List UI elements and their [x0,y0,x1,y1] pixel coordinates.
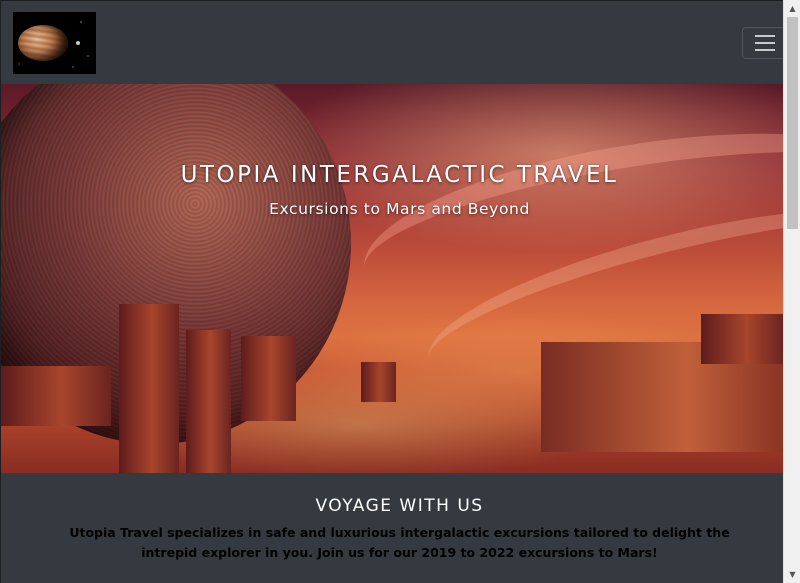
voyage-section: VOYAGE WITH US Utopia Travel specializes… [1,473,783,583]
page: UTOPIA INTERGALACTIC TRAVEL Excursions t… [0,0,783,583]
vertical-scrollbar[interactable]: ▲ ▼ [783,0,800,583]
scrollbar-thumb[interactable] [787,17,798,229]
brand-logo[interactable] [13,12,96,74]
planet-icon [18,25,68,61]
hamburger-menu-icon [755,35,775,37]
hero-subtitle: Excursions to Mars and Beyond [269,200,530,218]
hero-title: UTOPIA INTERGALACTIC TRAVEL [180,162,619,188]
navbar [1,1,783,84]
rock-pillar [241,336,296,421]
rock-formation [361,362,396,402]
navbar-toggler-button[interactable] [742,27,783,59]
section-description: Utopia Travel specializes in safe and lu… [69,525,730,560]
scroll-down-arrow-icon[interactable]: ▼ [784,566,800,583]
rock-formation [701,314,783,364]
scroll-up-arrow-icon[interactable]: ▲ [784,0,800,17]
hamburger-menu-icon [755,42,775,44]
section-title: VOYAGE WITH US [315,496,484,516]
rock-formation [1,366,111,426]
hamburger-menu-icon [755,49,775,51]
rock-pillar [119,304,179,473]
rock-pillar [186,330,231,473]
hero-banner: UTOPIA INTERGALACTIC TRAVEL Excursions t… [1,84,783,473]
moon-icon [76,41,80,45]
